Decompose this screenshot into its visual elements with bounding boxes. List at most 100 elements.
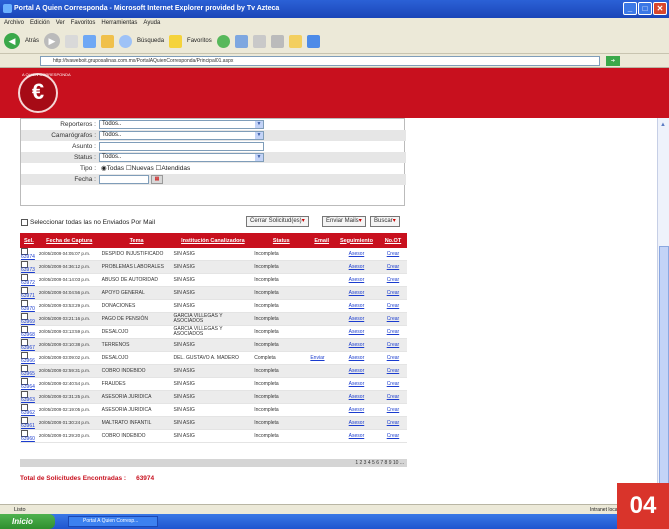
menu-favoritos[interactable]: Favoritos [71, 18, 96, 29]
row-crear-link[interactable]: Crear [378, 377, 407, 391]
row-crear-link[interactable]: Crear [378, 364, 407, 378]
minimize-button[interactable]: _ [623, 2, 637, 15]
reporteros-select[interactable]: Todos.. ▼ [99, 120, 264, 129]
row-select[interactable]: 63965 [20, 364, 38, 378]
row-email-link[interactable] [309, 299, 335, 313]
vertical-scrollbar[interactable]: ▲ [657, 118, 669, 504]
row-email-link[interactable] [309, 403, 335, 417]
row-select[interactable]: 63961 [20, 416, 38, 430]
row-crear-link[interactable]: Crear [378, 351, 407, 365]
row-select[interactable]: 63967 [20, 338, 38, 352]
row-seguimiento-link[interactable]: Asesor [334, 299, 379, 313]
row-seguimiento-link[interactable]: Asesor [334, 338, 379, 352]
menu-herramientas[interactable]: Herramientas [101, 18, 137, 29]
menu-archivo[interactable]: Archivo [4, 18, 24, 29]
row-select[interactable]: 63974 [20, 248, 38, 261]
row-id-link[interactable]: 63963 [21, 397, 35, 403]
row-email-link[interactable] [309, 364, 335, 378]
row-select[interactable]: 63966 [20, 351, 38, 365]
address-field[interactable]: http://tvaweboit.gruposalinas.com.mx/Por… [40, 56, 600, 66]
maximize-button[interactable]: □ [638, 2, 652, 15]
row-email-link[interactable] [309, 416, 335, 430]
row-id-link[interactable]: 63974 [21, 254, 35, 260]
row-email-link[interactable] [309, 312, 335, 326]
row-crear-link[interactable]: Crear [378, 312, 407, 326]
row-email-link[interactable] [309, 390, 335, 404]
fecha-input[interactable] [99, 175, 149, 184]
start-button[interactable]: Inicio [0, 514, 55, 529]
row-seguimiento-link[interactable]: Asesor [334, 416, 379, 430]
row-email-link[interactable]: Enviar [309, 351, 335, 365]
row-id-link[interactable]: 63965 [21, 371, 35, 377]
calendar-icon[interactable]: ▦ [151, 175, 163, 184]
row-seguimiento-link[interactable]: Asesor [334, 273, 379, 287]
scrollbar-thumb[interactable] [659, 246, 669, 496]
search-label[interactable]: Búsqueda [137, 38, 164, 44]
row-seguimiento-link[interactable]: Asesor [334, 312, 379, 326]
row-select[interactable]: 63972 [20, 273, 38, 287]
row-id-link[interactable]: 63968 [21, 332, 35, 338]
row-id-link[interactable]: 63972 [21, 280, 35, 286]
row-seguimiento-link[interactable]: Asesor [334, 377, 379, 391]
row-email-link[interactable] [309, 248, 335, 261]
row-crear-link[interactable]: Crear [378, 299, 407, 313]
row-crear-link[interactable]: Crear [378, 403, 407, 417]
row-select[interactable]: 63973 [20, 260, 38, 274]
row-seguimiento-link[interactable]: Asesor [334, 403, 379, 417]
scroll-up-icon[interactable]: ▲ [660, 122, 666, 128]
row-seguimiento-link[interactable]: Asesor [334, 325, 379, 339]
messenger-icon[interactable] [306, 34, 320, 48]
row-crear-link[interactable]: Crear [378, 273, 407, 287]
tipo-radio-group[interactable]: ◉Todas ☐Nuevas ☐Atendidas [101, 163, 190, 174]
row-seguimiento-link[interactable]: Asesor [334, 364, 379, 378]
forward-icon[interactable]: ▶ [44, 33, 61, 49]
chevron-down-icon[interactable]: ▼ [255, 121, 263, 128]
row-select[interactable]: 63964 [20, 377, 38, 391]
row-id-link[interactable]: 63973 [21, 267, 35, 273]
row-select[interactable]: 63969 [20, 312, 38, 326]
row-seguimiento-link[interactable]: Asesor [334, 248, 379, 261]
refresh-icon[interactable] [83, 34, 97, 48]
row-email-link[interactable] [309, 273, 335, 287]
chevron-down-icon[interactable]: ▼ [255, 132, 263, 139]
row-crear-link[interactable]: Crear [378, 429, 407, 443]
row-seguimiento-link[interactable]: Asesor [334, 429, 379, 443]
row-crear-link[interactable]: Crear [378, 390, 407, 404]
row-crear-link[interactable]: Crear [378, 416, 407, 430]
favorites-label[interactable]: Favoritos [187, 38, 212, 44]
go-arrow-icon[interactable]: ➔ [606, 56, 620, 66]
row-crear-link[interactable]: Crear [378, 286, 407, 300]
row-select[interactable]: 63963 [20, 390, 38, 404]
row-email-link[interactable] [309, 286, 335, 300]
row-crear-link[interactable]: Crear [378, 325, 407, 339]
row-id-link[interactable]: 63961 [21, 423, 35, 429]
menu-ayuda[interactable]: Ayuda [143, 18, 160, 29]
select-all-checkbox[interactable] [21, 218, 28, 226]
row-select[interactable]: 63960 [20, 429, 38, 443]
row-id-link[interactable]: 63964 [21, 384, 35, 390]
back-label[interactable]: Atrás [25, 38, 39, 44]
row-seguimiento-link[interactable]: Asesor [334, 390, 379, 404]
camarografos-select[interactable]: Todos.. ▼ [99, 131, 264, 140]
row-id-link[interactable]: 63962 [21, 410, 35, 416]
chevron-down-icon[interactable]: ▼ [255, 154, 263, 161]
col-fecha[interactable]: Fecha de Captura [37, 233, 101, 248]
favorites-star-icon[interactable] [169, 34, 183, 48]
row-select[interactable]: 63962 [20, 403, 38, 417]
cerrar-solicitudes-button[interactable]: Cerrar Solicitud(es)▾ [246, 216, 309, 227]
row-select[interactable]: 63971 [20, 286, 38, 300]
asunto-input[interactable] [99, 142, 264, 151]
row-id-link[interactable]: 63960 [21, 436, 35, 442]
logo[interactable]: € [18, 73, 58, 113]
row-id-link[interactable]: 63969 [21, 319, 35, 325]
row-id-link[interactable]: 63967 [21, 345, 35, 351]
col-institucion[interactable]: Institución Canalizadora [172, 233, 254, 248]
row-id-link[interactable]: 63971 [21, 293, 35, 299]
status-select[interactable]: Todos.. ▼ [99, 153, 264, 162]
history-icon[interactable] [234, 34, 248, 48]
search-icon[interactable] [119, 34, 133, 48]
row-email-link[interactable] [309, 429, 335, 443]
menu-ver[interactable]: Ver [56, 18, 65, 29]
row-email-link[interactable] [309, 325, 335, 339]
menu-edicion[interactable]: Edición [30, 18, 50, 29]
